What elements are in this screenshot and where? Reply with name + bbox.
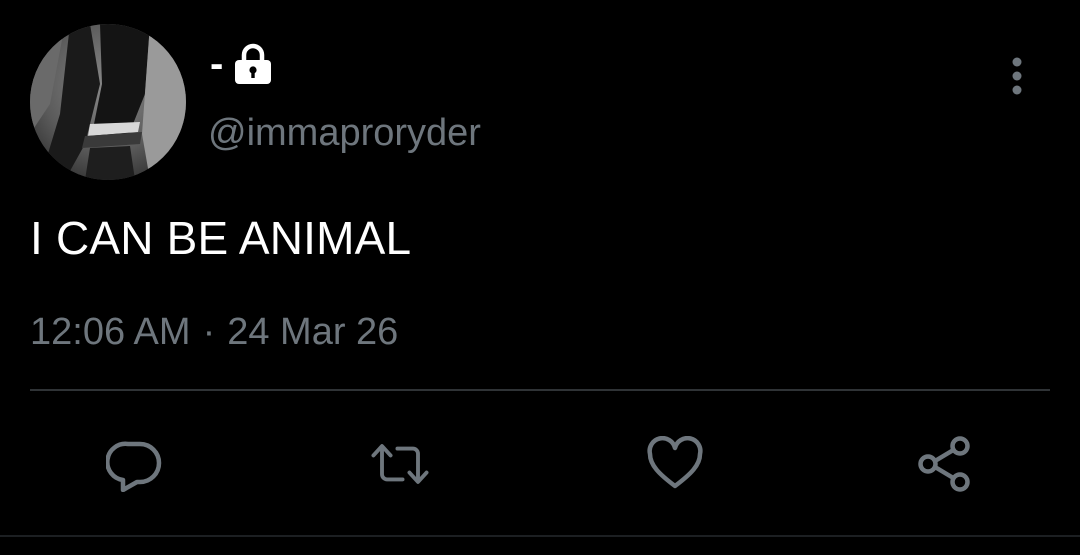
share-icon	[918, 436, 970, 492]
more-options-button[interactable]	[996, 52, 1038, 100]
tweet-text: I CAN BE ANIMAL	[30, 212, 412, 264]
meta-separator: ·	[202, 311, 216, 353]
tweet-timestamp[interactable]: 12:06 AM · 24 Mar 26	[30, 308, 398, 356]
heart-icon	[647, 436, 703, 489]
retweet-button[interactable]	[370, 434, 430, 494]
tweet-detail: - @immaproryder I CAN BE ANIMAL 12:06 AM…	[0, 0, 1080, 555]
like-button[interactable]	[645, 434, 705, 494]
retweet-icon	[371, 444, 429, 484]
bottom-divider	[0, 535, 1080, 537]
tweet-date: 24 Mar 26	[227, 311, 399, 353]
share-button[interactable]	[915, 434, 975, 494]
display-name[interactable]: -	[210, 40, 223, 88]
reply-button[interactable]	[105, 434, 165, 494]
display-name-row: -	[210, 40, 275, 88]
user-handle[interactable]: @immaproryder	[208, 110, 481, 156]
more-vertical-icon	[1012, 57, 1022, 95]
lock-icon	[235, 43, 272, 84]
reply-icon	[106, 441, 162, 492]
tweet-time: 12:06 AM	[30, 311, 191, 353]
divider	[30, 389, 1050, 391]
avatar[interactable]	[30, 24, 186, 180]
